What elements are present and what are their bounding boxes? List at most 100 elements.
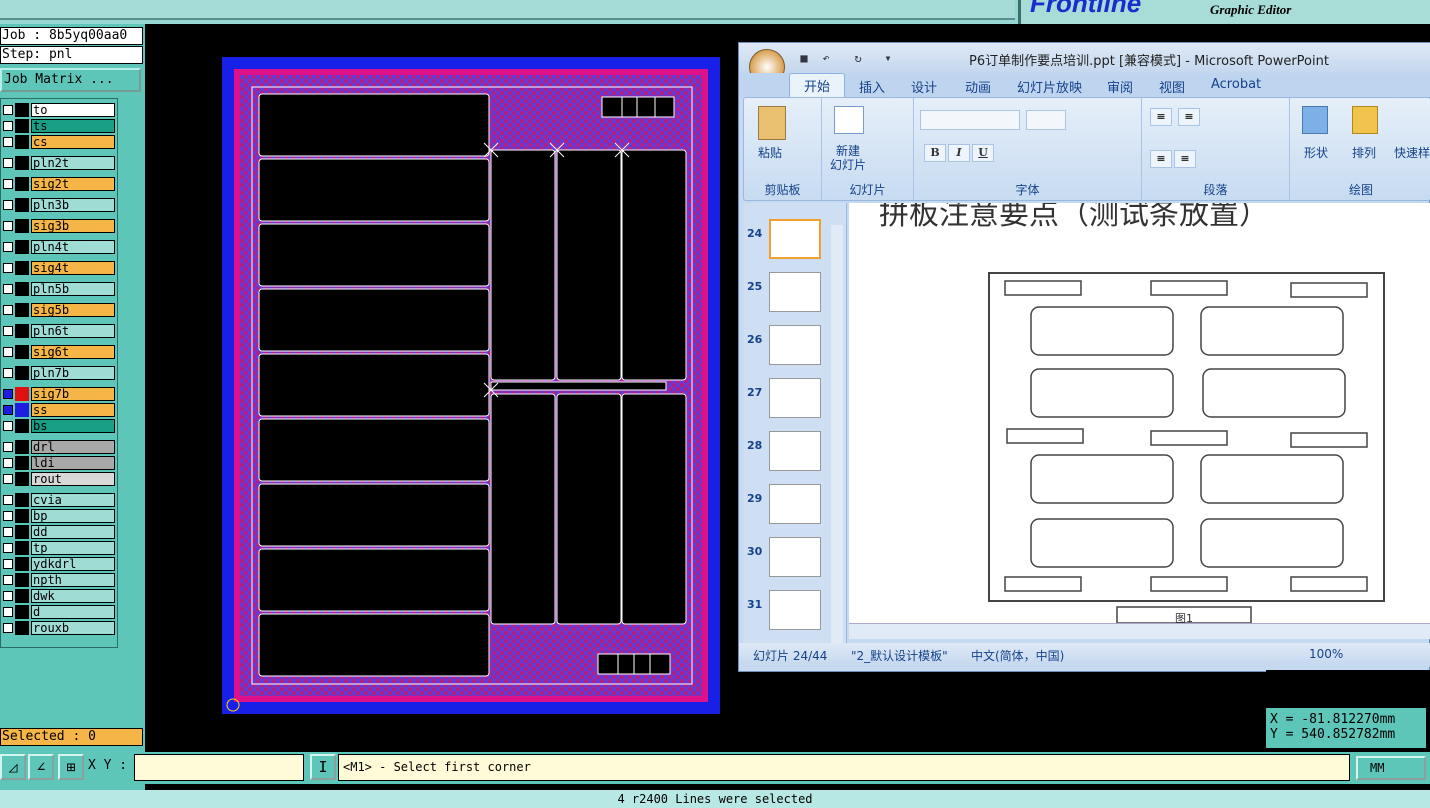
italic-icon[interactable]: I <box>948 144 970 162</box>
layer-checkbox[interactable] <box>3 591 13 601</box>
layer-row-dwk[interactable]: dwk <box>1 589 117 603</box>
slide-hscrollbar[interactable] <box>849 623 1430 639</box>
layer-row-rouxb[interactable]: rouxb <box>1 621 117 635</box>
layer-name[interactable]: sig4t <box>31 261 115 275</box>
layer-checkbox[interactable] <box>3 305 13 315</box>
cursor-icon[interactable]: I <box>310 754 336 780</box>
layer-name[interactable]: pln7b <box>31 366 115 380</box>
layer-row-pln7b[interactable]: pln7b <box>1 366 117 380</box>
save-icon[interactable]: ■ <box>797 51 811 65</box>
layer-name[interactable]: rout <box>31 472 115 486</box>
layer-name[interactable]: dwk <box>31 589 115 603</box>
font-name-select[interactable] <box>920 110 1020 130</box>
layer-checkbox[interactable] <box>3 527 13 537</box>
angle-icon[interactable]: ∠ <box>28 754 54 780</box>
numbering-icon[interactable]: ≡ <box>1178 108 1200 126</box>
new-slide-icon[interactable] <box>834 106 864 134</box>
customize-qat-icon[interactable]: ▾ <box>881 51 895 65</box>
layer-checkbox[interactable] <box>3 495 13 505</box>
quick-style-button[interactable]: 快速样 <box>1394 144 1430 161</box>
layer-checkbox[interactable] <box>3 559 13 569</box>
layer-checkbox[interactable] <box>3 623 13 633</box>
layer-row-sig5b[interactable]: sig5b <box>1 303 117 317</box>
layer-name[interactable]: tp <box>31 541 115 555</box>
layer-row-cs[interactable]: cs <box>1 135 117 149</box>
slide-thumbnail[interactable] <box>769 325 821 365</box>
layer-checkbox[interactable] <box>3 263 13 273</box>
tab-acrobat[interactable]: Acrobat <box>1211 77 1261 92</box>
slide-thumbnail[interactable] <box>769 378 821 418</box>
layer-checkbox[interactable] <box>3 284 13 294</box>
layer-checkbox[interactable] <box>3 442 13 452</box>
slide-canvas[interactable]: 拼板注意要点（测试条放置） 图1 <box>849 203 1430 633</box>
layer-row-drl[interactable]: drl <box>1 440 117 454</box>
units-select[interactable]: MM <box>1356 756 1426 780</box>
tab-animation[interactable]: 动画 <box>965 77 991 96</box>
new-slide-label-2[interactable]: 幻灯片 <box>830 156 866 173</box>
slide-thumbnail[interactable] <box>769 590 821 630</box>
slide-thumbnail[interactable] <box>769 219 821 259</box>
layer-name[interactable]: sig2t <box>31 177 115 191</box>
layer-row-rout[interactable]: rout <box>1 472 117 486</box>
layer-name[interactable]: ss <box>31 403 115 417</box>
align-left-icon[interactable]: ≡ <box>1150 150 1172 168</box>
layer-row-sig6t[interactable]: sig6t <box>1 345 117 359</box>
redo-icon[interactable]: ↻ <box>851 51 865 65</box>
layer-name[interactable]: sig5b <box>31 303 115 317</box>
tab-design[interactable]: 设计 <box>911 77 937 96</box>
layer-name[interactable]: npth <box>31 573 115 587</box>
layer-name[interactable]: sig7b <box>31 387 115 401</box>
slide-thumbnail[interactable] <box>769 272 821 312</box>
layer-name[interactable]: cvia <box>31 493 115 507</box>
layer-row-dd[interactable]: dd <box>1 525 117 539</box>
layer-checkbox[interactable] <box>3 421 13 431</box>
layer-name[interactable]: cs <box>31 135 115 149</box>
layer-name[interactable]: drl <box>31 440 115 454</box>
undo-icon[interactable]: ↶ <box>819 51 833 65</box>
layer-name[interactable]: dd <box>31 525 115 539</box>
layer-row-sig2t[interactable]: sig2t <box>1 177 117 191</box>
layer-row-ydkdrl[interactable]: ydkdrl <box>1 557 117 571</box>
layer-row-pln5b[interactable]: pln5b <box>1 282 117 296</box>
layer-checkbox[interactable] <box>3 474 13 484</box>
layer-name[interactable]: pln4t <box>31 240 115 254</box>
layer-checkbox[interactable] <box>3 347 13 357</box>
layer-row-sig7b[interactable]: sig7b <box>1 387 117 401</box>
shapes-button[interactable]: 形状 <box>1304 144 1328 161</box>
layer-row-pln4t[interactable]: pln4t <box>1 240 117 254</box>
paste-icon[interactable] <box>758 106 786 140</box>
layer-row-pln2t[interactable]: pln2t <box>1 156 117 170</box>
layer-name[interactable]: ts <box>31 119 115 133</box>
tab-view[interactable]: 视图 <box>1159 77 1185 96</box>
bullets-icon[interactable]: ≡ <box>1150 108 1172 126</box>
tab-review[interactable]: 审阅 <box>1107 77 1133 96</box>
layer-name[interactable]: bs <box>31 419 115 433</box>
layer-row-ss[interactable]: ss <box>1 403 117 417</box>
layer-name[interactable]: pln6t <box>31 324 115 338</box>
layer-checkbox[interactable] <box>3 575 13 585</box>
layer-name[interactable]: to <box>31 103 115 117</box>
layer-name[interactable]: pln2t <box>31 156 115 170</box>
bold-icon[interactable]: B <box>924 144 946 162</box>
layer-checkbox[interactable] <box>3 221 13 231</box>
layer-checkbox[interactable] <box>3 158 13 168</box>
slide-thumbnail[interactable] <box>769 484 821 524</box>
layer-name[interactable]: ydkdrl <box>31 557 115 571</box>
layer-name[interactable]: pln5b <box>31 282 115 296</box>
tab-home[interactable]: 开始 <box>789 73 845 99</box>
tab-insert[interactable]: 插入 <box>859 77 885 96</box>
layer-checkbox[interactable] <box>3 242 13 252</box>
layer-row-tp[interactable]: tp <box>1 541 117 555</box>
layer-checkbox[interactable] <box>3 105 13 115</box>
layer-row-sig4t[interactable]: sig4t <box>1 261 117 275</box>
grid-icon[interactable]: ⊞ <box>58 754 84 780</box>
layer-name[interactable]: bp <box>31 509 115 523</box>
shapes-icon[interactable] <box>1302 106 1328 134</box>
powerpoint-window[interactable]: P6订单制作要点培训.ppt [兼容模式] - Microsoft PowerP… <box>738 42 1430 672</box>
layer-checkbox[interactable] <box>3 200 13 210</box>
layer-checkbox[interactable] <box>3 543 13 553</box>
layer-checkbox[interactable] <box>3 511 13 521</box>
layer-checkbox[interactable] <box>3 458 13 468</box>
layer-row-ts[interactable]: ts <box>1 119 117 133</box>
layer-row-sig3b[interactable]: sig3b <box>1 219 117 233</box>
